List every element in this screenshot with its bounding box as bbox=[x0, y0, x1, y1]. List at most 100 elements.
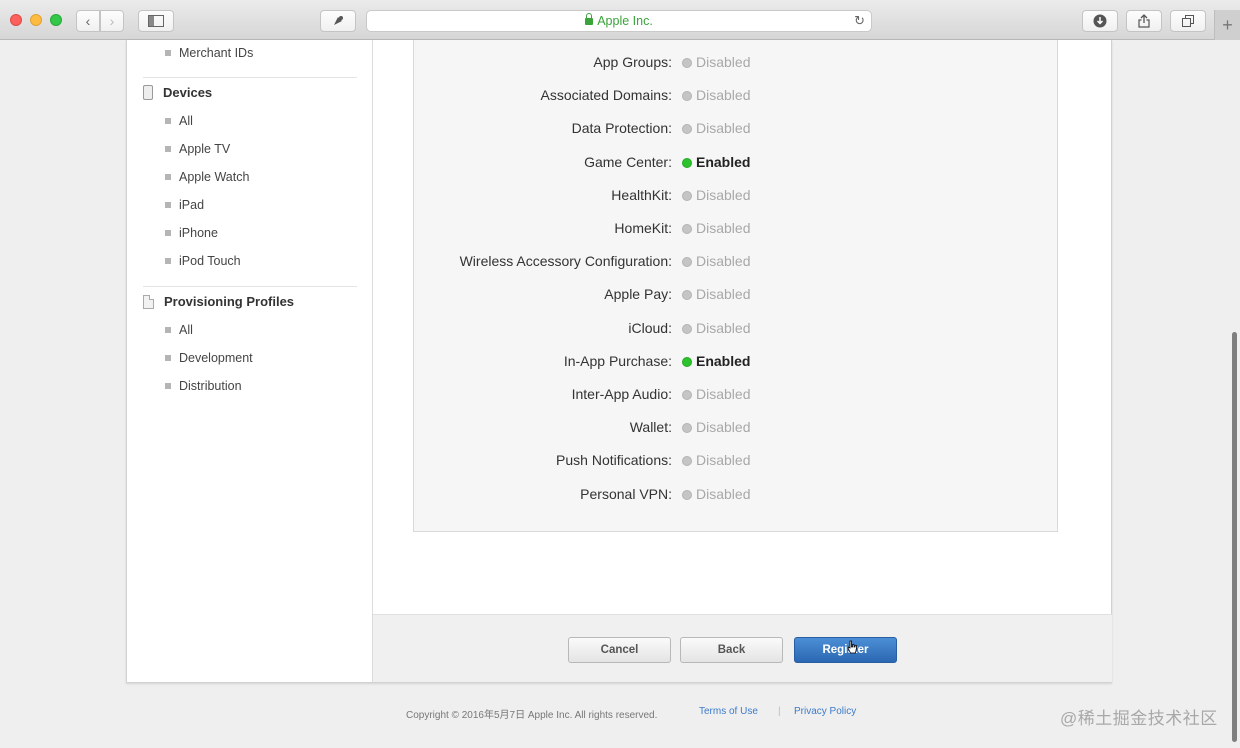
bullet-icon bbox=[165, 327, 171, 333]
service-row: Wireless Accessory Configuration: Disable… bbox=[414, 251, 1059, 273]
service-row: In-App Purchase: Enabled bbox=[414, 351, 1059, 373]
back-nav-button[interactable]: ‹ bbox=[76, 10, 100, 32]
disabled-dot-icon bbox=[682, 423, 692, 434]
service-status: Disabled bbox=[696, 120, 751, 137]
new-tab-button[interactable]: + bbox=[1214, 10, 1240, 40]
sidebar-item-devices-all[interactable]: All bbox=[165, 114, 193, 128]
plus-icon: + bbox=[1222, 14, 1233, 35]
service-row: Apple Pay: Disabled bbox=[414, 284, 1059, 306]
service-row: HealthKit: Disabled bbox=[414, 185, 1059, 207]
minimize-window-button[interactable] bbox=[30, 14, 42, 26]
service-label: Apple Pay: bbox=[604, 286, 672, 303]
sidebar-divider bbox=[143, 77, 357, 78]
service-row: Personal VPN: Disabled bbox=[414, 484, 1059, 506]
sidebar-item-distribution[interactable]: Distribution bbox=[165, 379, 242, 393]
service-label: Personal VPN: bbox=[580, 485, 672, 502]
footer-divider: | bbox=[778, 706, 781, 717]
address-label: Apple Inc. bbox=[597, 14, 653, 28]
service-row: Push Notifications: Disabled bbox=[414, 450, 1059, 472]
page-scrollbar[interactable] bbox=[1232, 332, 1237, 742]
disabled-dot-icon bbox=[682, 224, 692, 234]
service-status: Enabled bbox=[696, 352, 751, 369]
show-tabs-button[interactable] bbox=[1170, 10, 1206, 32]
sidebar-item-label: All bbox=[179, 323, 193, 337]
service-status: Disabled bbox=[696, 319, 751, 336]
document-icon bbox=[143, 294, 154, 309]
service-row: Inter-App Audio: Disabled bbox=[414, 384, 1059, 406]
zoom-window-button[interactable] bbox=[50, 14, 62, 26]
service-row: iCloud: Disabled bbox=[414, 318, 1059, 340]
service-row: Associated Domains: Disabled bbox=[414, 85, 1059, 107]
service-label: Wallet: bbox=[629, 419, 672, 436]
extension-button[interactable] bbox=[320, 10, 356, 32]
share-icon bbox=[1138, 14, 1150, 28]
enabled-dot-icon bbox=[682, 157, 692, 168]
service-status: Disabled bbox=[696, 386, 751, 402]
service-label: Inter-App Audio: bbox=[571, 386, 672, 402]
sidebar-item-label: Distribution bbox=[179, 379, 242, 393]
page-footer: Copyright © 2016年5月7日 Apple Inc. All rig… bbox=[0, 706, 1240, 721]
service-label: App Groups: bbox=[593, 54, 672, 70]
downloads-button[interactable] bbox=[1082, 10, 1118, 32]
service-status: Disabled bbox=[696, 220, 751, 236]
address-bar[interactable]: Apple Inc. ↻ bbox=[366, 10, 872, 32]
sidebar-item-profiles-all[interactable]: All bbox=[165, 323, 193, 337]
disabled-dot-icon bbox=[682, 456, 692, 467]
devices-header: Devices bbox=[143, 85, 212, 100]
cancel-button[interactable]: Cancel bbox=[568, 637, 671, 663]
privacy-policy-link[interactable]: Privacy Policy bbox=[794, 706, 856, 717]
sidebar-item-development[interactable]: Development bbox=[165, 351, 253, 365]
forward-nav-button[interactable]: › bbox=[100, 10, 124, 32]
tabs-icon bbox=[1182, 15, 1194, 27]
bullet-icon bbox=[165, 174, 171, 180]
disabled-dot-icon bbox=[682, 124, 692, 135]
sidebar-item-apple-tv[interactable]: Apple TV bbox=[165, 142, 230, 156]
service-status: Disabled bbox=[696, 485, 751, 502]
sidebar-item-merchant-ids[interactable]: Merchant IDs bbox=[165, 46, 253, 60]
service-label: Game Center: bbox=[584, 153, 672, 170]
register-button[interactable]: Register bbox=[794, 637, 897, 663]
reload-icon[interactable]: ↻ bbox=[854, 13, 865, 29]
service-status: Disabled bbox=[696, 54, 751, 70]
bullet-icon bbox=[165, 355, 171, 361]
bullet-icon bbox=[165, 383, 171, 389]
disabled-dot-icon bbox=[682, 489, 692, 500]
service-label: Data Protection: bbox=[571, 120, 672, 137]
sidebar-item-iphone[interactable]: iPhone bbox=[165, 226, 218, 240]
share-button[interactable] bbox=[1126, 10, 1162, 32]
chevron-left-icon: ‹ bbox=[85, 13, 91, 29]
service-label: Associated Domains: bbox=[540, 87, 672, 104]
sidebar-item-ipad[interactable]: iPad bbox=[165, 198, 204, 212]
service-row: Data Protection: Disabled bbox=[414, 118, 1059, 140]
page-panel: Merchant IDs Devices All Apple TV Apple … bbox=[126, 40, 1112, 683]
form-actions-bar: Cancel Back Register bbox=[373, 614, 1112, 682]
service-label: iCloud: bbox=[628, 319, 672, 336]
close-window-button[interactable] bbox=[10, 14, 22, 26]
disabled-dot-icon bbox=[682, 290, 692, 301]
extension-icon bbox=[334, 16, 343, 25]
service-status: Disabled bbox=[696, 87, 751, 104]
bullet-icon bbox=[165, 258, 171, 264]
profiles-header-label: Provisioning Profiles bbox=[164, 294, 295, 309]
sidebar-item-ipod-touch[interactable]: iPod Touch bbox=[165, 254, 241, 268]
bullet-icon bbox=[165, 50, 171, 56]
chevron-right-icon: › bbox=[109, 13, 115, 29]
sidebar-item-label: Apple Watch bbox=[179, 170, 250, 184]
bullet-icon bbox=[165, 118, 171, 124]
sidebar-item-label: Development bbox=[179, 351, 253, 365]
show-sidebar-button[interactable] bbox=[138, 10, 174, 32]
service-status: Disabled bbox=[696, 452, 751, 469]
disabled-dot-icon bbox=[682, 323, 692, 334]
service-row: HomeKit: Disabled bbox=[414, 218, 1059, 240]
sidebar-item-label: Apple TV bbox=[179, 142, 231, 156]
terms-of-use-link[interactable]: Terms of Use bbox=[699, 706, 758, 717]
service-label: In-App Purchase: bbox=[563, 352, 672, 369]
service-status: Disabled bbox=[696, 286, 751, 303]
sidebar-item-label: iPod Touch bbox=[179, 254, 241, 268]
device-icon bbox=[143, 85, 153, 100]
back-button[interactable]: Back bbox=[680, 637, 783, 663]
service-row: App Groups: Disabled bbox=[414, 52, 1059, 74]
sidebar-item-apple-watch[interactable]: Apple Watch bbox=[165, 170, 249, 184]
sidebar-nav: Merchant IDs Devices All Apple TV Apple … bbox=[127, 40, 373, 682]
sidebar-item-label: iPhone bbox=[179, 226, 218, 240]
